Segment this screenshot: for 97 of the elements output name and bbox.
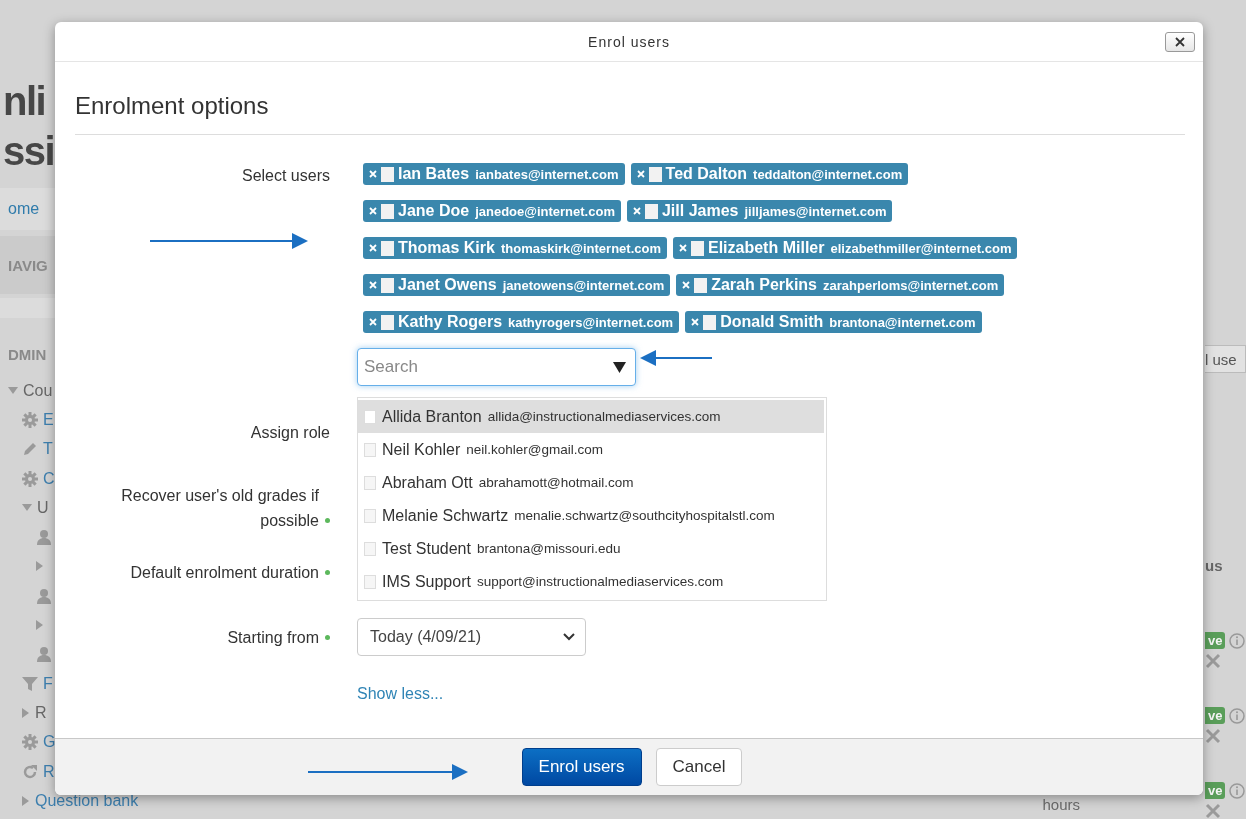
tree-item-label: U: [37, 498, 49, 517]
caret-right-icon: [22, 707, 30, 718]
page-heading: nli: [2, 78, 46, 125]
status-badge: ve: [1205, 782, 1226, 799]
remove-icon[interactable]: [369, 207, 377, 215]
user-chip[interactable]: Janet Owens janetowens@internet.com: [363, 274, 671, 296]
user-option[interactable]: Neil Kohler neil.kohler@gmail.com: [358, 433, 824, 466]
avatar-icon: [364, 574, 376, 589]
caret-right-icon: [36, 620, 44, 630]
avatar-icon: [648, 166, 662, 182]
cancel-button[interactable]: Cancel: [655, 748, 743, 786]
caret-down-icon: [8, 386, 18, 395]
annotation-arrow: [640, 350, 712, 366]
user-chip[interactable]: Ted Dalton teddalton@internet.com: [630, 163, 909, 185]
search-field[interactable]: Search: [357, 348, 636, 386]
column-heading: us: [1205, 557, 1224, 574]
avatar-icon: [364, 409, 376, 424]
avatar-icon: [644, 203, 658, 219]
avatar-icon: [381, 203, 394, 219]
user-chip[interactable]: Jane Doe janedoe@internet.com: [363, 200, 621, 222]
user-chip[interactable]: Donald Smith brantona@internet.com: [685, 311, 982, 333]
avatar-icon: [381, 314, 394, 330]
user-chip[interactable]: Kathy Rogers kathyrogers@internet.com: [363, 311, 680, 333]
caret-right-icon: [36, 561, 44, 572]
user-chip[interactable]: Elizabeth Miller elizabethmiller@internet.com: [673, 237, 1018, 259]
user-option[interactable]: IMS Support support@instructionalmediaservices.com: [358, 565, 824, 598]
avatar-icon: [364, 541, 376, 556]
user-chip[interactable]: Thomas Kirk thomaskirk@internet.com: [363, 237, 667, 259]
field-label: Default enrolment duration: [130, 563, 319, 583]
tree-link[interactable]: C: [43, 469, 55, 488]
remove-icon[interactable]: [632, 207, 641, 215]
show-less-link[interactable]: Show less...: [357, 685, 444, 703]
field-label: Select users: [241, 166, 330, 186]
avatar-icon: [703, 314, 717, 330]
remove-icon[interactable]: [691, 318, 700, 326]
user-option[interactable]: Test Student brantona@missouri.edu: [358, 532, 824, 565]
caret-right-icon: [22, 795, 30, 806]
field-label: Assign role: [250, 422, 330, 443]
user-chip[interactable]: Jill James jilljames@internet.com: [626, 200, 893, 222]
delete-icon[interactable]: [1205, 653, 1221, 669]
remove-icon[interactable]: [636, 170, 645, 178]
remove-icon[interactable]: [679, 244, 687, 252]
avatar-icon: [694, 277, 708, 293]
avatar-icon: [691, 240, 704, 256]
page-heading: ssi: [2, 128, 55, 175]
caret-down-icon: [22, 503, 32, 512]
enrol-users-button[interactable]: Enrol users: [521, 748, 642, 786]
tree-item-label: R: [35, 703, 47, 722]
table-cell: hours: [1042, 796, 1080, 813]
field-label: Recover user's old grades if possible: [120, 486, 319, 531]
avatar-icon: [381, 240, 394, 256]
tree-link[interactable]: Question bank: [35, 791, 139, 810]
user-chip[interactable]: Zarah Perkins zarahperloms@internet.com: [676, 274, 1005, 296]
user-chip[interactable]: Ian Bates ianbates@internet.com: [363, 163, 625, 185]
remove-icon[interactable]: [369, 170, 377, 178]
pencil-icon: [22, 441, 38, 458]
status-badge: ve: [1205, 632, 1226, 649]
status-badge: ve: [1205, 707, 1226, 724]
remove-icon[interactable]: [369, 281, 377, 289]
dropdown-caret-icon: [613, 361, 626, 374]
enrol-button[interactable]: l use: [1205, 345, 1246, 373]
tree-item-label: Cou: [23, 381, 53, 400]
person-icon: [36, 587, 52, 604]
block-title: IAVIG: [8, 256, 48, 274]
close-icon: [1175, 36, 1185, 47]
tree-link[interactable]: G: [43, 733, 56, 752]
user-option[interactable]: Abraham Ott abrahamott@hotmail.com: [358, 466, 824, 499]
field-label: Starting from: [227, 627, 319, 648]
person-icon: [36, 529, 52, 546]
remove-icon[interactable]: [369, 318, 377, 326]
date-select[interactable]: Today (4/09/21): [357, 618, 586, 656]
remove-icon[interactable]: [682, 281, 691, 289]
avatar-icon: [381, 166, 394, 182]
person-icon: [36, 646, 52, 663]
user-option[interactable]: Melanie Schwartz menalie.schwartz@southcityhospitalstl.com: [358, 499, 824, 532]
close-button[interactable]: [1165, 31, 1195, 52]
filter-icon: [22, 675, 38, 692]
gear-icon: [22, 470, 38, 487]
gear-icon: [22, 411, 38, 428]
gear-icon: [22, 734, 38, 751]
dialog-title: Enrol users: [588, 33, 670, 50]
refresh-icon: [22, 763, 38, 780]
remove-icon[interactable]: [369, 244, 377, 252]
tree-link[interactable]: T: [43, 440, 53, 459]
tree-link[interactable]: E: [43, 410, 54, 429]
delete-icon[interactable]: [1205, 728, 1221, 744]
chevron-down-icon: [563, 633, 575, 641]
avatar-icon: [364, 442, 376, 457]
avatar-icon: [381, 277, 394, 293]
avatar-icon: [364, 475, 376, 490]
avatar-icon: [364, 508, 376, 523]
section-heading: Enrolment options: [75, 92, 269, 120]
breadcrumb-link[interactable]: ome: [8, 200, 40, 218]
tree-link[interactable]: R: [43, 762, 55, 781]
user-option[interactable]: Allida Branton allida@instructionalmediaservices.com: [358, 400, 824, 433]
block-title: DMIN: [8, 345, 47, 363]
tree-link[interactable]: F: [43, 674, 53, 693]
